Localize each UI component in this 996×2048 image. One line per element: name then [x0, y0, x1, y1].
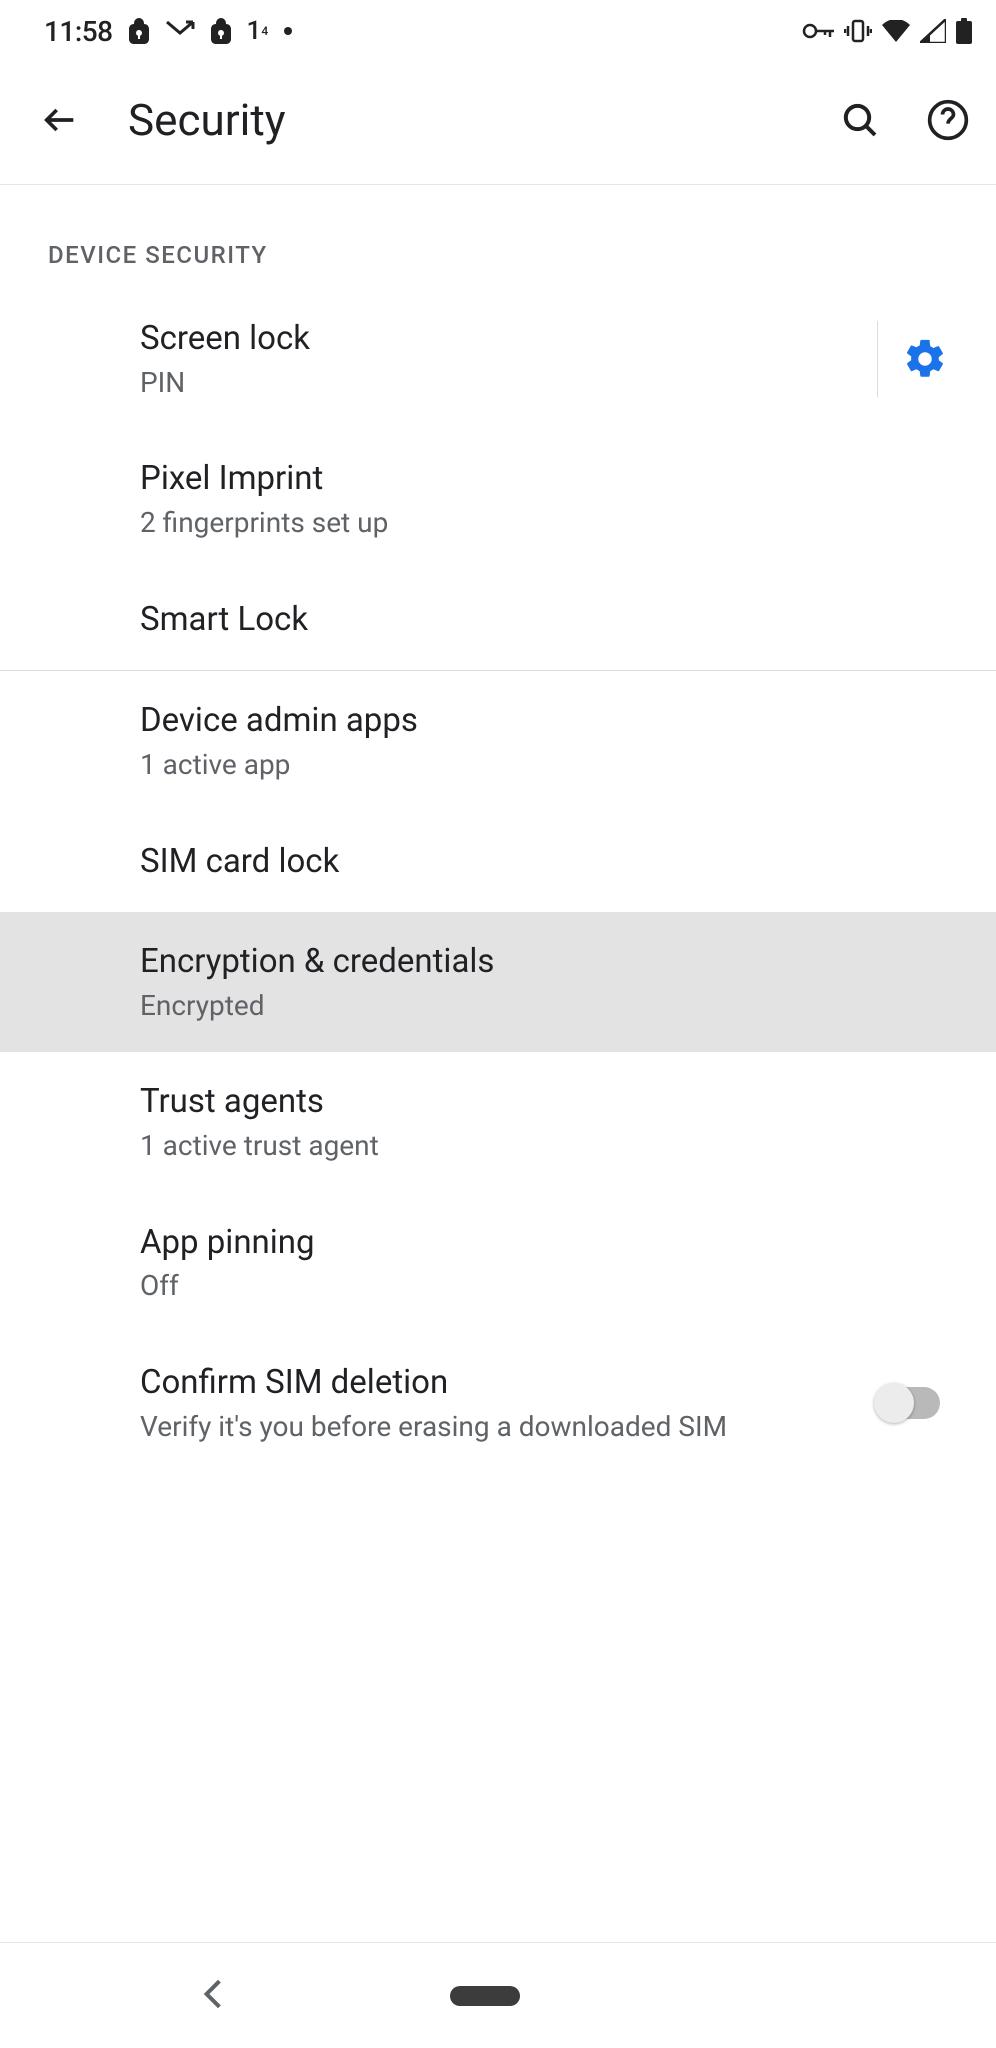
section-header: DEVICE SECURITY [0, 185, 996, 289]
navigation-bar [0, 1942, 996, 2048]
status-time: 11:58 [44, 15, 113, 48]
arrow-left-icon [40, 100, 80, 140]
vibrate-icon [844, 19, 872, 43]
status-bar: 11:58 14 [0, 0, 996, 56]
list-item-subtitle: 1 active trust agent [140, 1127, 948, 1165]
list-item-subtitle: Verify it's you before erasing a downloa… [140, 1408, 876, 1446]
confirm-sim-toggle[interactable] [876, 1387, 940, 1419]
lock-icon [211, 18, 231, 44]
list-item-title: Device admin apps [140, 699, 948, 744]
status-left: 11:58 14 [44, 15, 292, 48]
list-item-title: Pixel Imprint [140, 457, 948, 502]
help-icon [926, 98, 970, 142]
smart-lock-item[interactable]: Smart Lock [0, 570, 996, 671]
signal-icon [920, 19, 946, 43]
app-pinning-item[interactable]: App pinning Off [0, 1193, 996, 1333]
help-button[interactable] [924, 96, 972, 144]
chevron-left-icon [200, 1978, 226, 2010]
list-item-title: Trust agents [140, 1080, 948, 1125]
status-right [802, 18, 972, 44]
list-item-subtitle: PIN [140, 364, 861, 402]
list-item-text: Pixel Imprint 2 fingerprints set up [140, 457, 948, 541]
notification-icon: 14 [247, 16, 269, 46]
list-item-text: Smart Lock [140, 598, 948, 643]
list-item-text: Screen lock PIN [140, 317, 861, 401]
list-item-text: Trust agents 1 active trust agent [140, 1080, 948, 1164]
list-item-subtitle: 2 fingerprints set up [140, 504, 948, 542]
missed-call-icon [165, 20, 195, 42]
wifi-icon [882, 20, 910, 42]
search-icon [840, 100, 880, 140]
list-item-subtitle: Off [140, 1267, 948, 1305]
list-item-title: App pinning [140, 1221, 948, 1266]
list-item-text: Device admin apps 1 active app [140, 699, 948, 783]
search-button[interactable] [836, 96, 884, 144]
confirm-sim-deletion-item[interactable]: Confirm SIM deletion Verify it's you bef… [0, 1333, 996, 1473]
list-item-text: Confirm SIM deletion Verify it's you bef… [140, 1361, 876, 1445]
list-item-title: Screen lock [140, 317, 861, 362]
app-bar-actions [836, 96, 972, 144]
battery-icon [956, 18, 972, 44]
list-item-title: Confirm SIM deletion [140, 1361, 876, 1406]
screen-lock-item[interactable]: Screen lock PIN [0, 289, 996, 429]
list-item-subtitle: Encrypted [140, 987, 948, 1025]
screen-lock-settings-button[interactable] [877, 321, 948, 397]
encryption-item[interactable]: Encryption & credentials Encrypted [0, 912, 996, 1052]
list-item-subtitle: 1 active app [140, 746, 948, 784]
page-title: Security [128, 94, 792, 146]
back-button[interactable] [36, 96, 84, 144]
lock-icon [129, 18, 149, 44]
list-item-text: Encryption & credentials Encrypted [140, 940, 948, 1024]
nav-back-button[interactable] [200, 1978, 226, 2014]
nav-home-pill[interactable] [450, 1986, 520, 2006]
app-bar: Security [0, 56, 996, 185]
dot-icon [284, 27, 292, 35]
gear-icon [902, 336, 948, 382]
switch-thumb [874, 1383, 914, 1423]
device-admin-item[interactable]: Device admin apps 1 active app [0, 671, 996, 811]
trust-agents-item[interactable]: Trust agents 1 active trust agent [0, 1052, 996, 1192]
list-item-text: SIM card lock [140, 840, 948, 885]
list-item-title: Encryption & credentials [140, 940, 948, 985]
list-item-title: Smart Lock [140, 598, 948, 643]
sim-card-lock-item[interactable]: SIM card lock [0, 812, 996, 913]
key-icon [802, 22, 834, 40]
pixel-imprint-item[interactable]: Pixel Imprint 2 fingerprints set up [0, 429, 996, 569]
list-item-title: SIM card lock [140, 840, 948, 885]
list-item-text: App pinning Off [140, 1221, 948, 1305]
